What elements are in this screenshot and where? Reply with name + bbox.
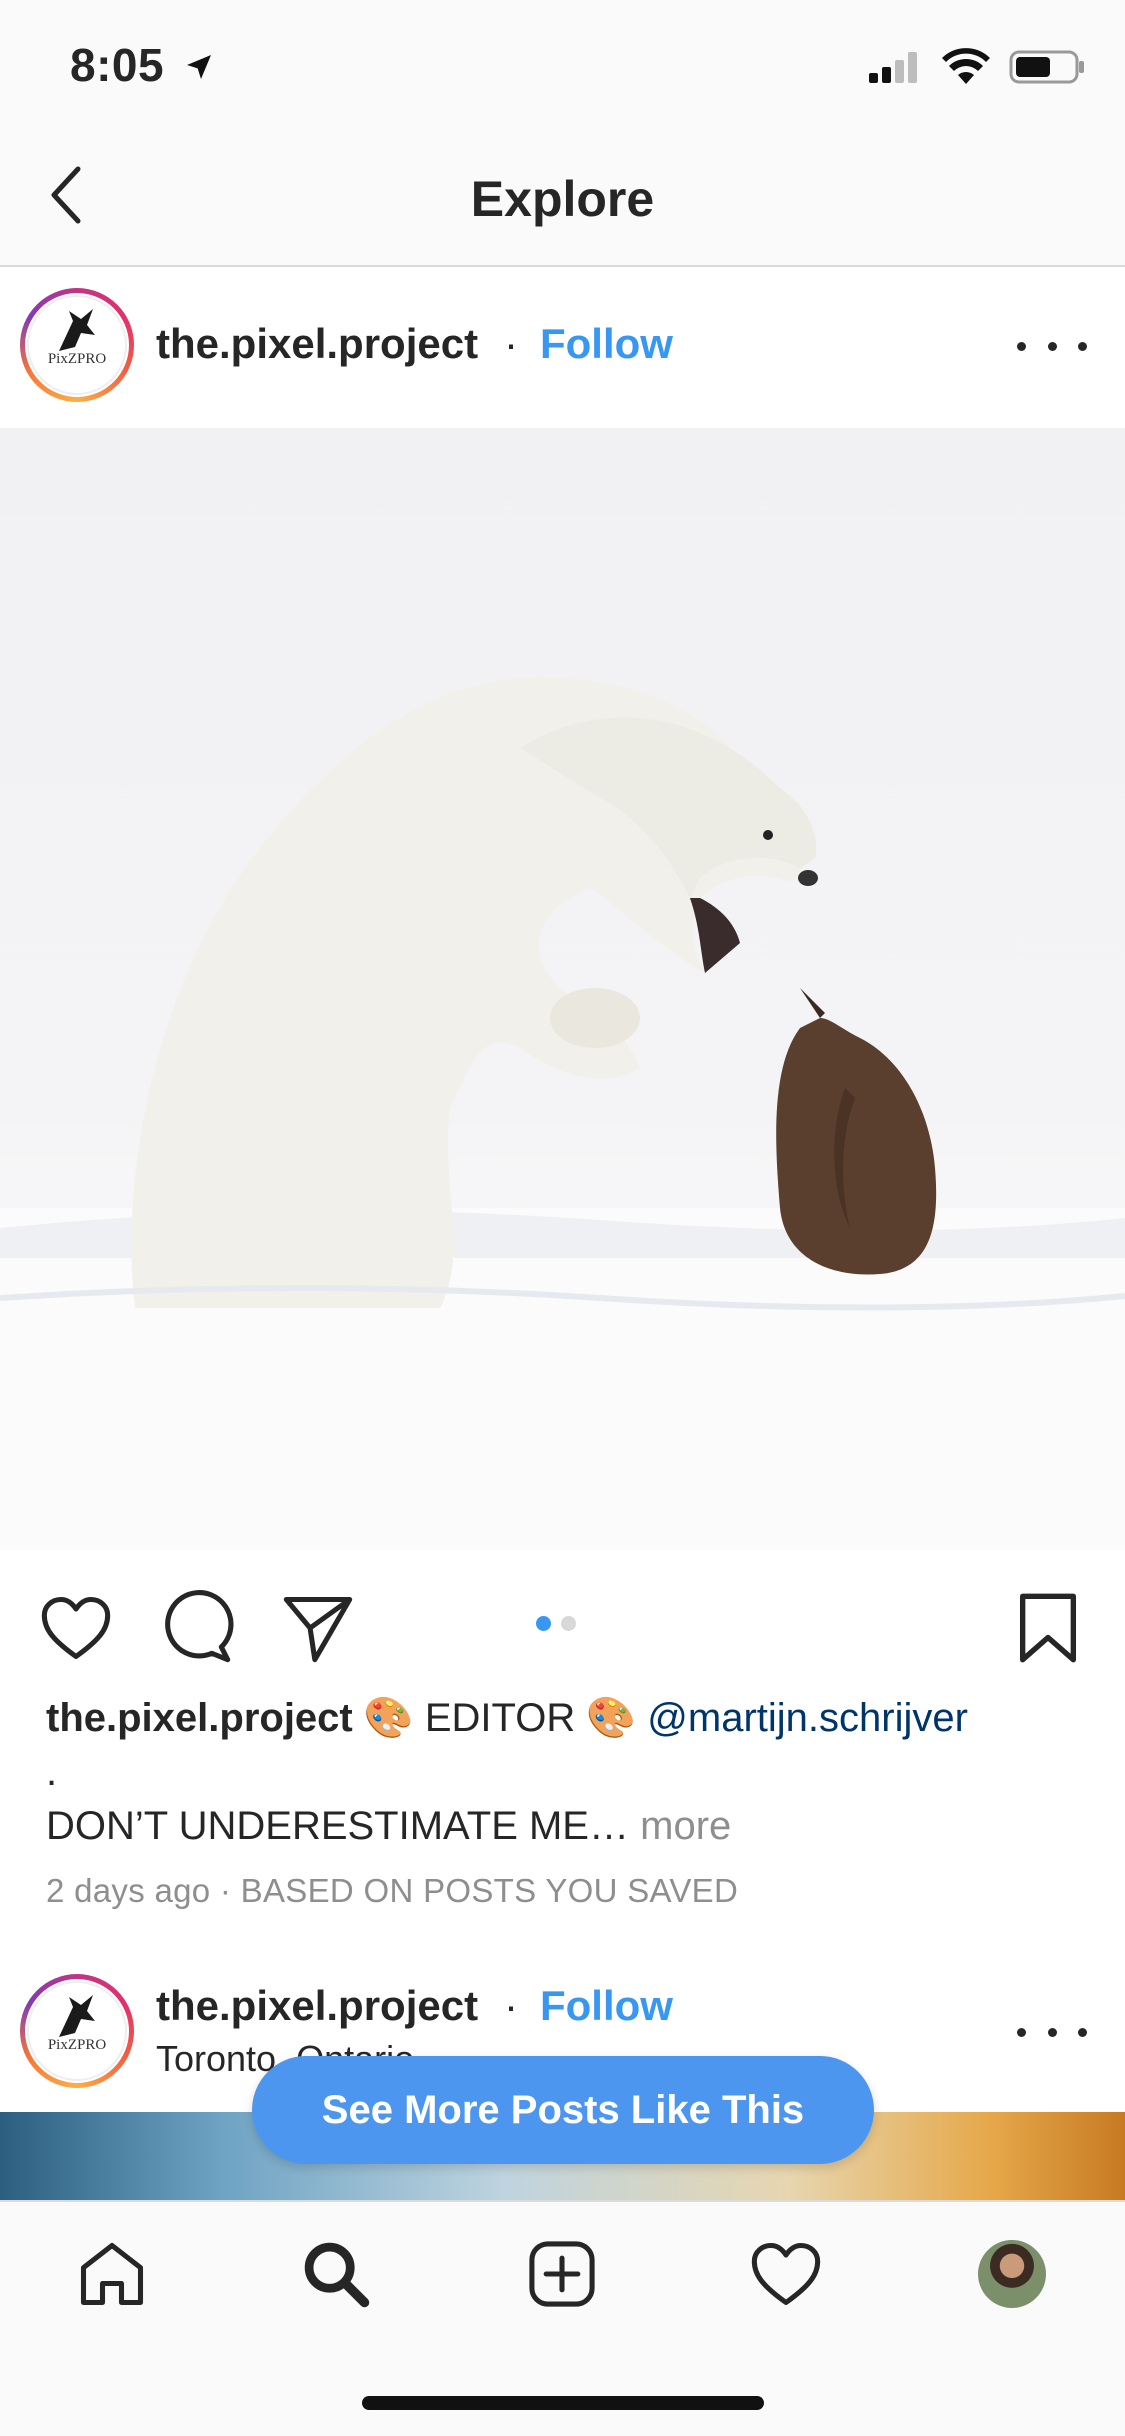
brand-logo: PixZPRO: [27, 295, 127, 395]
pager-dot-active: [536, 1616, 551, 1631]
screen: 8:05 Explore PixZPRO the.pixel.project ·…: [0, 0, 1125, 2436]
caption-more-link[interactable]: more: [640, 1804, 731, 1848]
battery-icon: [1009, 50, 1084, 84]
bookmark-icon[interactable]: [1010, 1590, 1086, 1666]
status-bar: 8:05: [0, 0, 1125, 130]
post-username[interactable]: the.pixel.project: [156, 320, 478, 368]
home-indicator: [362, 2396, 764, 2410]
caption-mention[interactable]: @martijn.schrijver: [647, 1696, 968, 1740]
location-arrow-icon: [187, 55, 212, 79]
caption-line-2: .: [46, 1750, 58, 1794]
caption-username[interactable]: the.pixel.project: [46, 1696, 353, 1740]
caption-editor-text: EDITOR: [424, 1696, 576, 1740]
more-dot: [1047, 341, 1057, 351]
more-dot: [1017, 341, 1026, 351]
caption-body: DON’T UNDERESTIMATE ME…: [46, 1804, 629, 1848]
wifi-icon: [942, 48, 990, 84]
avatar[interactable]: PixZPRO: [20, 1974, 134, 2088]
see-more-posts-button[interactable]: See More Posts Like This: [252, 2056, 874, 2164]
more-dot: [1078, 341, 1087, 351]
tab-home[interactable]: [70, 2232, 154, 2316]
caption-line-1: the.pixel.project 🎨 EDITOR 🎨 @martijn.sc…: [46, 1694, 968, 1741]
caption-line-3: DON’T UNDERESTIMATE ME… more: [46, 1804, 731, 1849]
follow-button[interactable]: Follow: [540, 320, 673, 368]
home-icon: [80, 2242, 144, 2306]
avatar[interactable]: PixZPRO: [20, 288, 134, 402]
more-dot: [1047, 2027, 1057, 2037]
time-text: 8:05: [70, 39, 165, 91]
post-options-button[interactable]: [1017, 2012, 1087, 2052]
heart-icon: [751, 2242, 821, 2306]
tab-activity[interactable]: [744, 2232, 828, 2316]
comment-bubble-icon[interactable]: [158, 1590, 234, 1666]
carousel-pager: [536, 1616, 576, 1631]
more-dot: [1078, 2027, 1087, 2037]
tab-new-post[interactable]: [520, 2232, 604, 2316]
separator-dot: ·: [504, 320, 518, 367]
brand-logo: PixZPRO: [27, 1981, 127, 2081]
profile-avatar: [978, 2240, 1046, 2308]
follow-button[interactable]: Follow: [540, 1982, 673, 2030]
palette-emoji: 🎨: [363, 1696, 414, 1740]
pager-dot: [561, 1616, 576, 1631]
share-paper-plane-icon[interactable]: [280, 1590, 356, 1666]
post-header: PixZPRO the.pixel.project · Follow: [0, 268, 1125, 424]
tab-profile[interactable]: [970, 2232, 1054, 2316]
status-time: 8:05: [70, 38, 215, 92]
like-heart-icon[interactable]: [38, 1590, 114, 1666]
cellular-signal-icon: [869, 52, 917, 83]
palette-emoji: 🎨: [586, 1696, 637, 1740]
page-title: Explore: [470, 171, 655, 227]
polar-bear-penguin-illustration: [0, 677, 1125, 1550]
status-icons: [867, 48, 1085, 86]
nav-bar: Explore: [0, 130, 1125, 267]
post-meta: 2 days ago · BASED ON POSTS YOU SAVED: [46, 1872, 739, 1909]
post-options-button[interactable]: [1017, 326, 1087, 366]
search-icon: [304, 2242, 370, 2308]
more-dot: [1017, 2027, 1026, 2037]
next-post-username[interactable]: the.pixel.project: [156, 1982, 478, 2030]
add-post-icon: [529, 2241, 595, 2307]
post-photo[interactable]: [0, 428, 1125, 1550]
separator-dot: ·: [504, 1982, 518, 2029]
tab-search[interactable]: [294, 2232, 378, 2316]
